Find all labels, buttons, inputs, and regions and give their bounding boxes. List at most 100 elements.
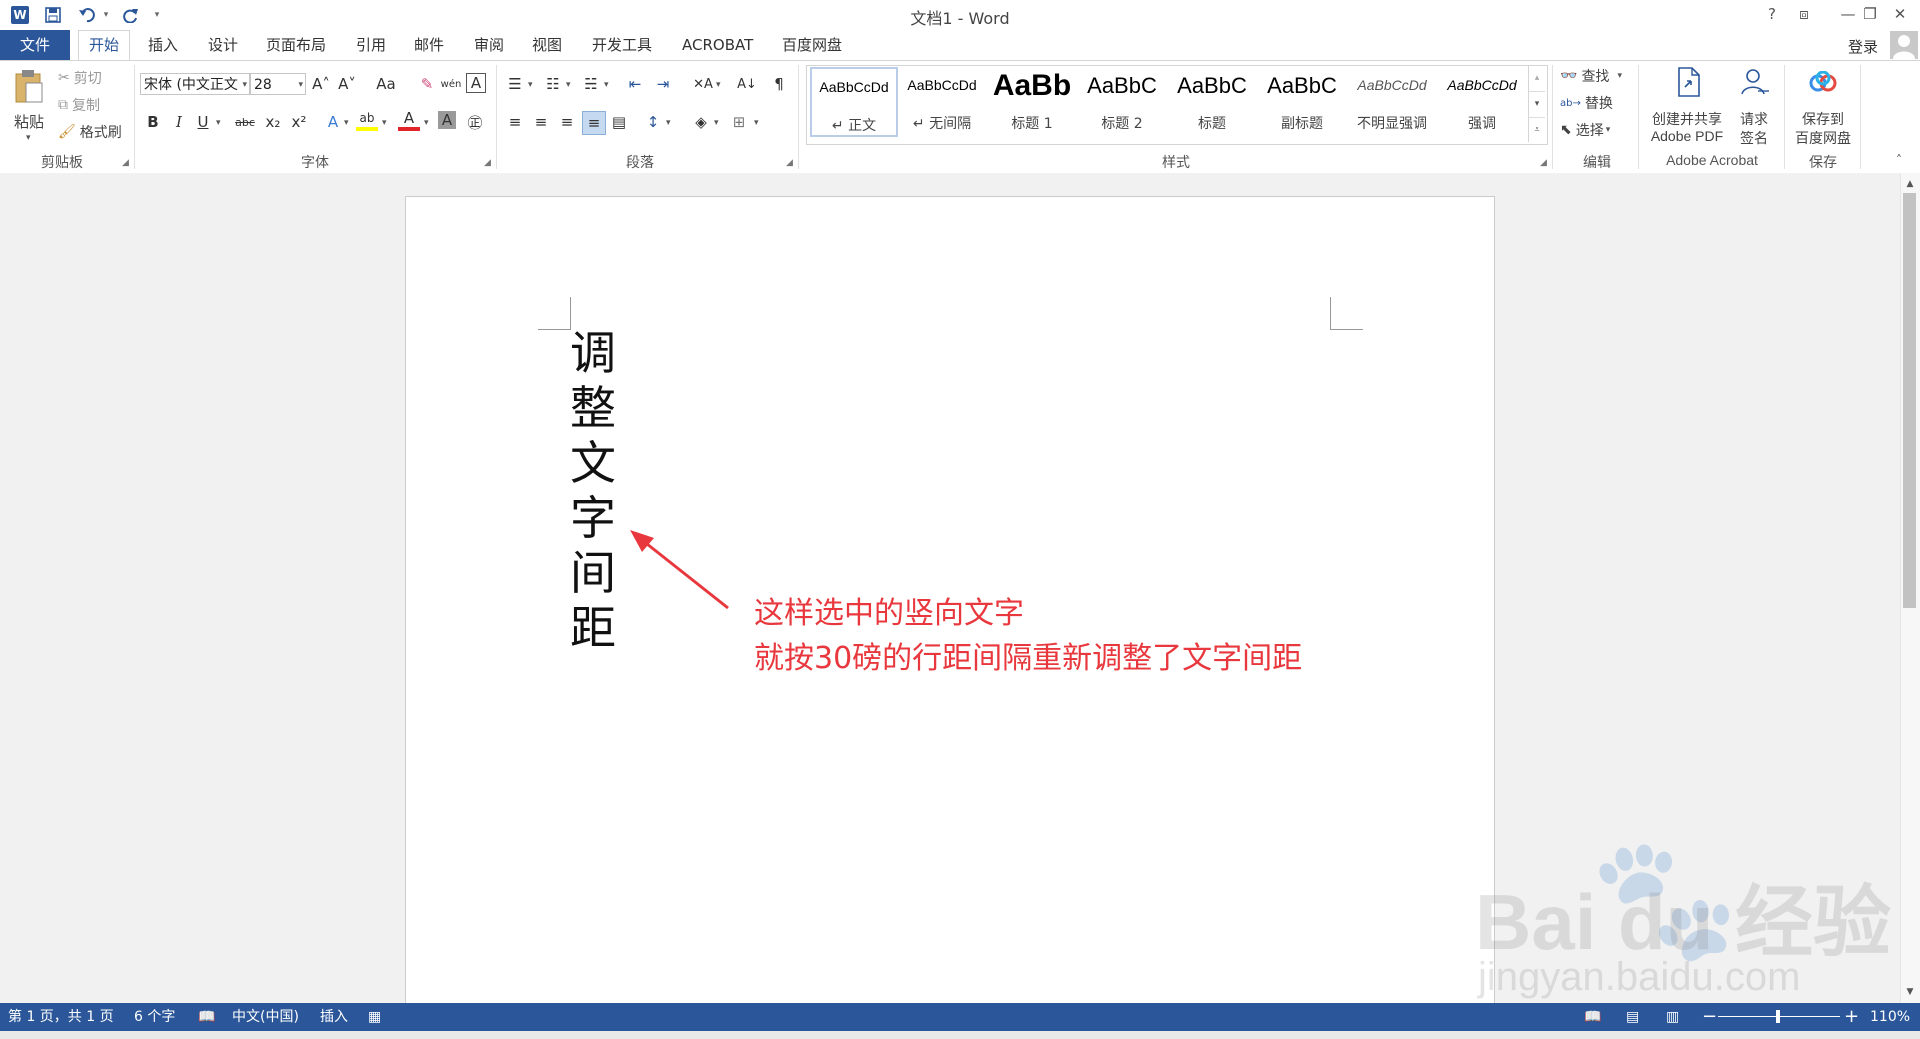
show-formatting-marks-button[interactable]: ¶: [768, 73, 790, 95]
macro-recording-icon[interactable]: ▦: [368, 1003, 381, 1031]
collapse-ribbon-icon[interactable]: ˄: [1896, 153, 1902, 167]
select-button[interactable]: ⬉ 选择 ▾: [1560, 120, 1610, 140]
language-indicator[interactable]: 中文(中国): [232, 1003, 299, 1031]
enclose-characters-button[interactable]: ㊣: [464, 111, 486, 133]
styles-launcher-icon[interactable]: ◢: [1540, 158, 1547, 168]
numbering-dropdown-icon[interactable]: ▾: [566, 80, 571, 90]
zoom-slider-thumb[interactable]: [1776, 1010, 1780, 1023]
line-spacing-dropdown-icon[interactable]: ▾: [666, 118, 671, 128]
replace-button[interactable]: ab→ 替换: [1560, 93, 1613, 113]
increase-indent-button[interactable]: ⇥: [652, 73, 674, 95]
undo-dropdown-icon[interactable]: ▾: [100, 3, 112, 27]
strikethrough-button[interactable]: abc: [230, 111, 260, 133]
ribbon-display-options-button[interactable]: ⧈: [1784, 0, 1824, 28]
request-signature-button[interactable]: 请求 签名: [1730, 65, 1778, 149]
chinese-layout-button[interactable]: ✕A: [688, 73, 718, 95]
font-launcher-icon[interactable]: ◢: [484, 158, 491, 168]
create-share-pdf-button[interactable]: 创建并共享 Adobe PDF: [1644, 65, 1730, 149]
paragraph-launcher-icon[interactable]: ◢: [786, 158, 793, 168]
vertical-text[interactable]: 调 整 文 字 间 距: [570, 326, 616, 656]
page-count[interactable]: 第 1 页，共 1 页: [8, 1003, 114, 1031]
superscript-button[interactable]: x²: [288, 111, 310, 133]
tab-developer[interactable]: 开发工具: [582, 30, 662, 60]
highlight-dropdown-icon[interactable]: ▾: [382, 118, 387, 128]
tab-home[interactable]: 开始: [78, 30, 131, 62]
distributed-button[interactable]: ▤: [608, 111, 630, 133]
insert-mode-indicator[interactable]: 插入: [320, 1003, 348, 1031]
font-name-dropdown-icon[interactable]: ▾: [242, 74, 247, 96]
style-emphasis[interactable]: AaBbCcDd 强调: [1438, 67, 1526, 137]
sign-in-link[interactable]: 登录: [1848, 36, 1878, 57]
highlight-button[interactable]: ab: [356, 109, 378, 131]
borders-dropdown-icon[interactable]: ▾: [754, 118, 759, 128]
bullets-dropdown-icon[interactable]: ▾: [528, 80, 533, 90]
zoom-out-button[interactable]: −: [1702, 1003, 1717, 1031]
shrink-font-icon[interactable]: A˅: [336, 73, 358, 95]
text-effects-button[interactable]: A: [322, 111, 344, 133]
print-layout-icon[interactable]: ▤: [1626, 1003, 1639, 1031]
tab-file[interactable]: 文件: [0, 30, 70, 60]
bullets-button[interactable]: ☰: [504, 73, 526, 95]
styles-scroll-down-icon[interactable]: ▾: [1529, 91, 1545, 117]
line-spacing-button[interactable]: ↕: [642, 111, 664, 133]
character-border-icon[interactable]: A: [466, 73, 486, 93]
copy-button[interactable]: ⧉ 复制: [58, 95, 100, 115]
web-layout-icon[interactable]: ▥: [1666, 1003, 1679, 1031]
text-effects-dropdown-icon[interactable]: ▾: [344, 118, 349, 128]
character-shading-button[interactable]: A: [438, 111, 456, 129]
paste-dropdown-icon[interactable]: ▾: [26, 133, 31, 143]
shading-dropdown-icon[interactable]: ▾: [714, 118, 719, 128]
clipboard-launcher-icon[interactable]: ◢: [122, 158, 129, 168]
proofing-icon[interactable]: 📖: [198, 1003, 215, 1031]
tab-mailings[interactable]: 邮件: [404, 30, 454, 60]
style-title[interactable]: AaBbC 标题: [1168, 67, 1256, 137]
save-to-baidu-netdisk-button[interactable]: 保存到 百度网盘: [1788, 65, 1858, 149]
format-painter-button[interactable]: 🖌 格式刷: [58, 122, 122, 142]
underline-dropdown-icon[interactable]: ▾: [216, 118, 221, 128]
tab-insert[interactable]: 插入: [138, 30, 188, 60]
customize-quick-access-icon[interactable]: ▾: [150, 3, 164, 27]
undo-icon[interactable]: [74, 3, 100, 27]
styles-scroll-up-icon[interactable]: ▴: [1529, 66, 1545, 91]
style-heading-2[interactable]: AaBbC 标题 2: [1078, 67, 1166, 137]
word-app-icon[interactable]: W: [8, 3, 32, 27]
tab-design[interactable]: 设计: [198, 30, 248, 60]
close-button[interactable]: ✕: [1880, 0, 1920, 28]
bold-button[interactable]: B: [142, 111, 164, 133]
word-count[interactable]: 6 个字: [134, 1003, 175, 1031]
tab-view[interactable]: 视图: [522, 30, 572, 60]
tab-baidu-netdisk[interactable]: 百度网盘: [772, 30, 852, 60]
cut-button[interactable]: ✂ 剪切: [58, 68, 102, 88]
style-heading-1[interactable]: AaBb 标题 1: [988, 67, 1076, 137]
paragraph-shading-button[interactable]: ◈: [690, 111, 712, 133]
font-color-button[interactable]: A: [398, 109, 420, 131]
font-size-dropdown-icon[interactable]: ▾: [298, 74, 303, 96]
phonetic-guide-icon[interactable]: wén: [440, 73, 462, 95]
tab-review[interactable]: 审阅: [464, 30, 514, 60]
style-subtle-emphasis[interactable]: AaBbCcDd 不明显强调: [1348, 67, 1436, 137]
tab-acrobat[interactable]: ACROBAT: [672, 30, 763, 60]
styles-more-icon[interactable]: ⩡: [1529, 117, 1545, 143]
scrollbar-thumb[interactable]: [1903, 193, 1916, 608]
multilevel-list-button[interactable]: ☵: [580, 73, 602, 95]
change-case-icon[interactable]: Aa: [370, 73, 402, 95]
font-name-combo[interactable]: 宋体 (中文正文 ▾: [140, 73, 250, 95]
style-subtitle[interactable]: AaBbC 副标题: [1258, 67, 1346, 137]
chinese-layout-dropdown-icon[interactable]: ▾: [716, 80, 721, 90]
clear-formatting-icon[interactable]: ✎: [416, 73, 438, 95]
redo-icon[interactable]: [118, 3, 144, 27]
zoom-level[interactable]: 110%: [1870, 1003, 1910, 1031]
numbering-button[interactable]: ☷: [542, 73, 564, 95]
decrease-indent-button[interactable]: ⇤: [624, 73, 646, 95]
find-button[interactable]: 👓 查找 ▾: [1560, 66, 1622, 86]
read-mode-icon[interactable]: 📖: [1584, 1003, 1601, 1031]
scroll-down-icon[interactable]: ▼: [1902, 984, 1918, 1000]
paste-button[interactable]: 粘贴 ▾: [10, 69, 50, 149]
align-right-button[interactable]: ≡: [556, 111, 578, 133]
grow-font-icon[interactable]: A˄: [310, 73, 332, 95]
center-button[interactable]: ≡: [530, 111, 552, 133]
style-normal[interactable]: AaBbCcDd ↵ 正文: [810, 67, 898, 137]
save-icon[interactable]: [40, 3, 66, 27]
borders-button[interactable]: ⊞: [728, 111, 750, 133]
style-no-spacing[interactable]: AaBbCcDd ↵ 无间隔: [898, 67, 986, 137]
